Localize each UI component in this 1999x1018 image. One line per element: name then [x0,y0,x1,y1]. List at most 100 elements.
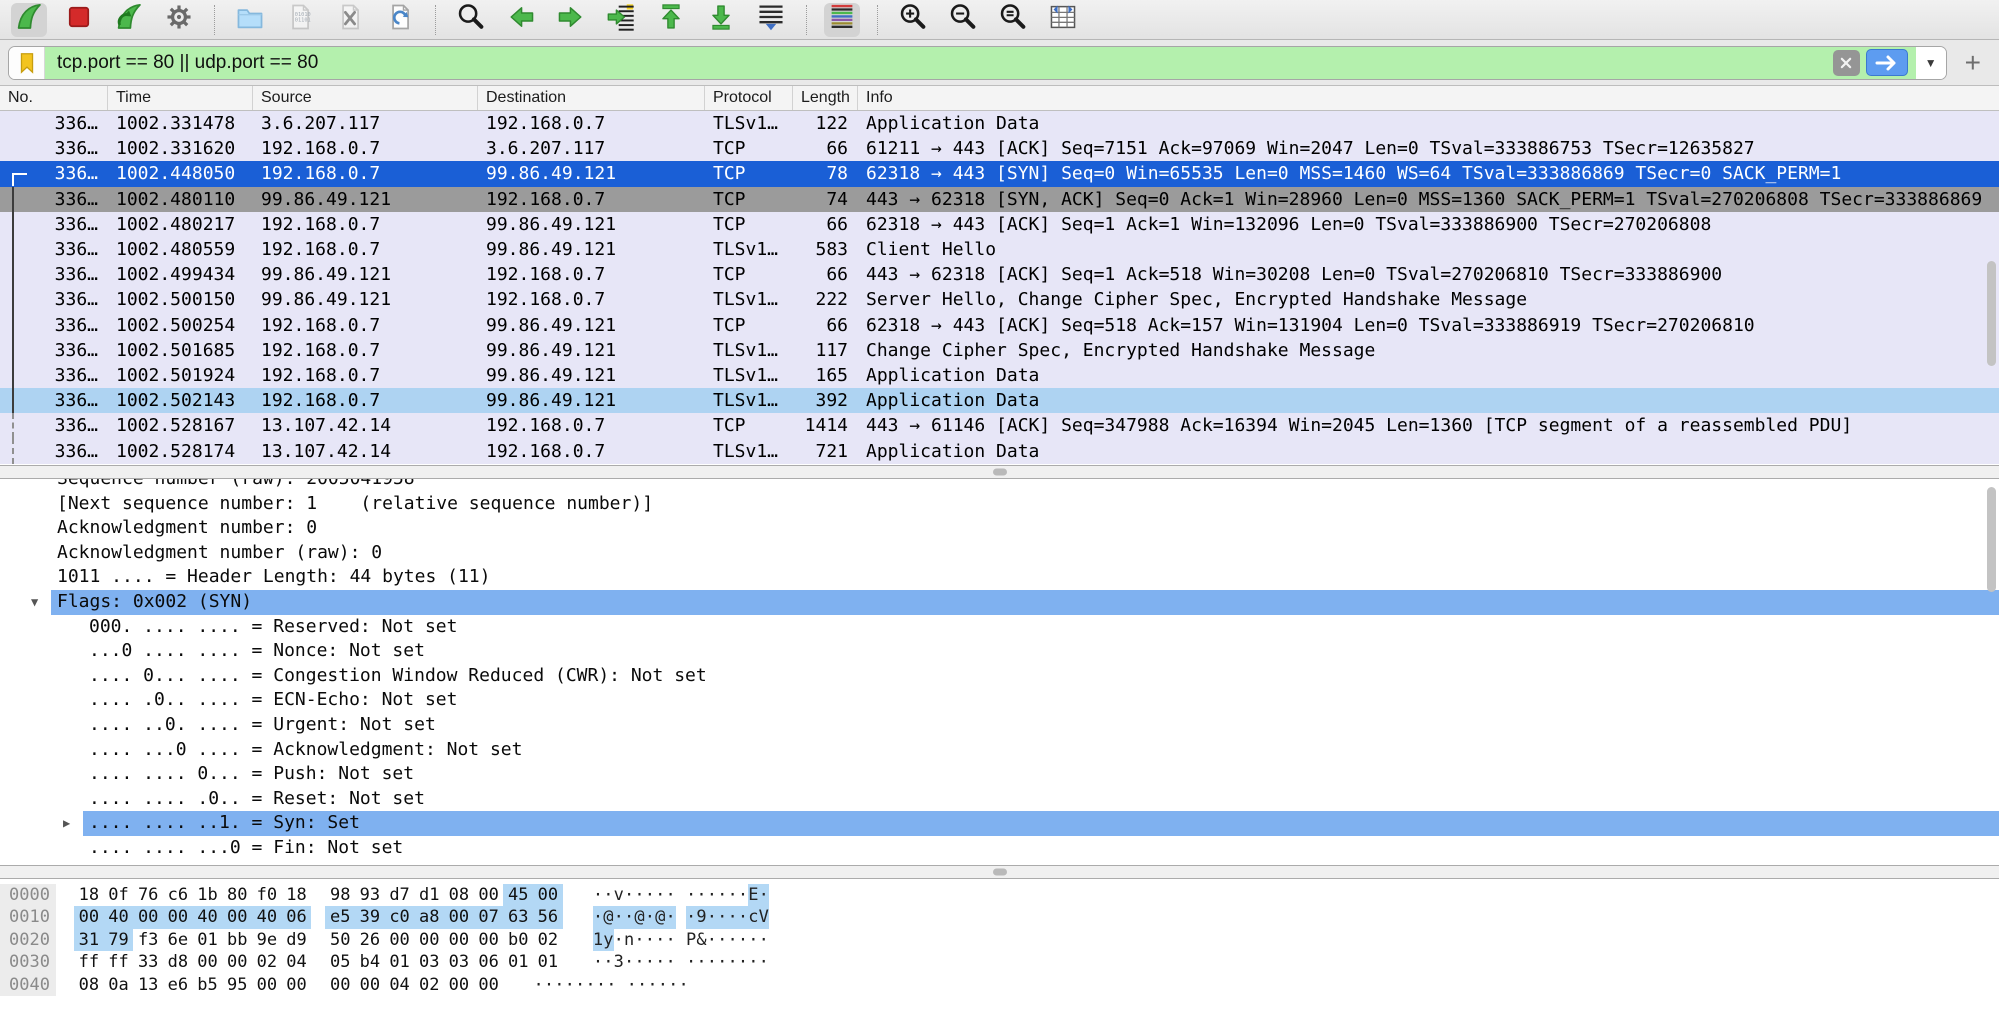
hex-byte[interactable]: 04 [282,951,312,973]
detail-line[interactable]: ...0 .... .... = Nonce: Not set [0,639,1999,664]
zoom-original-button[interactable] [995,3,1031,37]
hex-byte[interactable]: a8 [414,906,444,928]
ascii-char[interactable]: · [606,974,616,996]
ascii-char[interactable]: · [645,951,655,973]
ascii-char[interactable]: · [678,974,688,996]
ascii-char[interactable]: · [759,951,769,973]
ascii-char[interactable]: · [645,906,655,928]
ascii-char[interactable]: V [759,906,769,928]
hex-byte[interactable]: f3 [133,929,163,951]
detail-line[interactable]: 000. .... .... = Reserved: Not set [0,615,1999,640]
hex-byte[interactable]: 08 [444,884,474,906]
hex-byte[interactable]: 40 [252,906,282,928]
go-forward-button[interactable] [553,3,589,37]
ascii-char[interactable]: · [655,929,665,951]
column-header-info[interactable]: Info [858,86,1999,110]
column-header-source[interactable]: Source [253,86,478,110]
ascii-char[interactable]: · [603,951,613,973]
ascii-char[interactable]: E [748,884,758,906]
expand-closed-icon[interactable]: ▶ [63,811,70,836]
ascii-char[interactable]: · [603,884,613,906]
ascii-char[interactable]: · [575,974,585,996]
ascii-char[interactable]: · [593,884,603,906]
ascii-char[interactable]: · [627,974,637,996]
column-header-destination[interactable]: Destination [478,86,705,110]
hex-byte[interactable]: 9e [252,929,282,951]
hex-row[interactable]: 00203179f36e01bb9ed9502600000000b0021y·n… [0,929,1999,951]
hex-byte[interactable]: 07 [474,906,504,928]
hex-byte[interactable]: 00 [222,906,252,928]
hex-byte[interactable]: 33 [133,951,163,973]
go-last-button[interactable] [703,3,739,37]
ascii-char[interactable]: · [624,884,634,906]
filter-bookmark-button[interactable] [9,47,45,79]
hex-byte[interactable]: c0 [385,906,415,928]
ascii-char[interactable]: · [645,929,655,951]
filter-clear-button[interactable] [1833,50,1860,76]
hex-byte[interactable]: 00 [474,884,504,906]
hex-byte[interactable]: b0 [503,929,533,951]
ascii-char[interactable]: · [696,884,706,906]
hex-byte[interactable]: e5 [325,906,355,928]
ascii-char[interactable]: · [593,906,603,928]
detail-line[interactable]: ▼Flags: 0x002 (SYN) [0,590,1999,615]
hex-byte[interactable]: c6 [163,884,193,906]
packet-row[interactable]: 336…1002.501924192.168.0.799.86.49.121TL… [0,363,1999,388]
packet-row[interactable]: 336…1002.52817413.107.42.14192.168.0.7TL… [0,438,1999,463]
stop-capture-button[interactable] [61,3,97,37]
hex-byte[interactable]: 00 [222,951,252,973]
ascii-char[interactable]: · [727,884,737,906]
ascii-char[interactable]: · [707,929,717,951]
ascii-char[interactable]: · [717,906,727,928]
hex-byte[interactable]: 79 [104,929,134,951]
hex-byte[interactable]: 40 [193,906,223,928]
packet-row[interactable]: 336…1002.52816713.107.42.14192.168.0.7TC… [0,413,1999,438]
filter-history-dropdown[interactable]: ▼ [1916,47,1946,79]
hex-byte[interactable]: 00 [74,906,104,928]
auto-scroll-button[interactable] [753,3,789,37]
ascii-char[interactable]: · [717,951,727,973]
column-header-length[interactable]: Length [793,86,858,110]
ascii-char[interactable]: 1 [593,929,603,951]
ascii-char[interactable]: @ [655,906,665,928]
hex-byte[interactable]: 05 [325,951,355,973]
packet-row[interactable]: 336…1002.3314783.6.207.117192.168.0.7TLS… [0,111,1999,136]
column-header-time[interactable]: Time [108,86,253,110]
ascii-char[interactable]: · [717,884,727,906]
ascii-char[interactable]: · [759,929,769,951]
hex-byte[interactable]: 95 [222,974,252,996]
ascii-char[interactable]: · [665,929,675,951]
ascii-char[interactable]: · [738,884,748,906]
detail-line[interactable]: .... 0... .... = Congestion Window Reduc… [0,664,1999,689]
go-back-button[interactable] [503,3,539,37]
hex-byte[interactable]: 39 [355,906,385,928]
ascii-char[interactable]: · [759,884,769,906]
open-file-button[interactable] [232,3,268,37]
ascii-char[interactable]: · [707,906,717,928]
hex-byte[interactable]: 18 [282,884,312,906]
ascii-char[interactable]: 3 [614,951,624,973]
ascii-char[interactable]: · [748,951,758,973]
ascii-char[interactable]: · [634,951,644,973]
ascii-char[interactable]: · [665,951,675,973]
ascii-char[interactable]: n [624,929,634,951]
filter-query-text[interactable]: tcp.port == 80 || udp.port == 80 [57,52,1833,74]
detail-line[interactable]: .... ..0. .... = Urgent: Not set [0,713,1999,738]
ascii-char[interactable]: · [544,974,554,996]
detail-line[interactable]: .... .0.. .... = ECN-Echo: Not set [0,688,1999,713]
hex-byte[interactable]: 02 [414,974,444,996]
hex-byte[interactable]: ff [74,951,104,973]
hex-byte[interactable]: ff [104,951,134,973]
detail-line[interactable]: ▶.... .... ..1. = Syn: Set [0,811,1999,836]
hex-byte[interactable]: 00 [355,974,385,996]
ascii-char[interactable]: · [533,974,543,996]
ascii-char[interactable]: · [696,951,706,973]
restart-capture-button[interactable] [111,3,147,37]
ascii-char[interactable]: · [727,951,737,973]
packet-row[interactable]: 336…1002.49943499.86.49.121192.168.0.7TC… [0,262,1999,287]
ascii-char[interactable]: 9 [696,906,706,928]
hex-byte[interactable]: 00 [133,906,163,928]
packet-row[interactable]: 336…1002.480217192.168.0.799.86.49.121TC… [0,212,1999,237]
ascii-char[interactable]: · [707,951,717,973]
column-header-protocol[interactable]: Protocol [705,86,793,110]
